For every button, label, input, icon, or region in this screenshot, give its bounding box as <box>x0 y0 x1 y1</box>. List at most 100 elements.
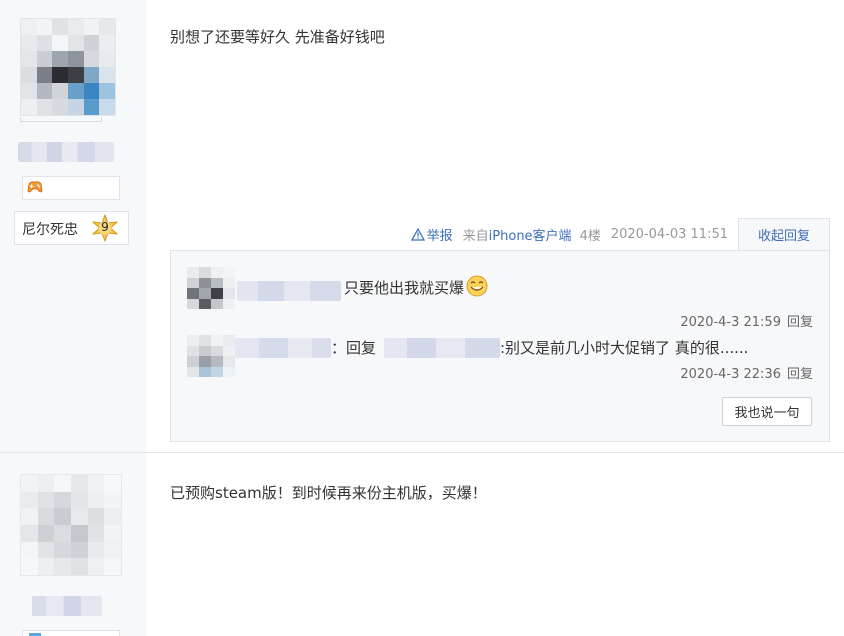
avatar-pixel <box>211 298 223 309</box>
report-label: 举报 <box>426 228 453 244</box>
avatar-pixel <box>36 19 53 35</box>
avatar-pixel <box>52 67 68 83</box>
level-star-icon: 9 <box>91 213 119 243</box>
reply-button[interactable]: 回复 <box>787 315 813 330</box>
avatar[interactable] <box>20 18 116 116</box>
report-link[interactable]: 举报 <box>410 225 453 244</box>
avatar-pixel <box>52 83 68 99</box>
avatar-pixel <box>223 267 235 278</box>
reply-text: :别又是前几小时大促销了 真的很...... <box>500 339 749 357</box>
level-title: 尼尔死忠 <box>22 222 78 238</box>
avatar-pixel <box>99 67 115 83</box>
avatar-pixel <box>199 356 211 367</box>
avatar-pixel <box>199 335 211 346</box>
avatar-pixel <box>104 491 121 509</box>
reply-prefix: ：回复 <box>331 339 377 357</box>
avatar-pixel <box>199 277 211 288</box>
reply-author-blurred[interactable] <box>235 338 331 358</box>
avatar-pixel <box>211 335 223 346</box>
avatar-pixel <box>52 35 68 51</box>
avatar-pixel <box>99 35 115 51</box>
avatar-pixel <box>21 524 38 542</box>
avatar-pixel <box>37 541 55 559</box>
avatar-pixel <box>70 508 88 525</box>
avatar-pixel <box>223 277 235 288</box>
avatar-pixel <box>70 491 88 509</box>
avatar-pixel <box>104 524 121 542</box>
client-source: 来自iPhone客户端 <box>463 225 572 244</box>
level-number: 9 <box>101 220 109 234</box>
author-badge[interactable] <box>22 176 120 200</box>
avatar-pixel <box>199 298 211 309</box>
author-badge[interactable] <box>22 630 120 636</box>
avatar-pixel <box>83 83 100 99</box>
avatar-pixel <box>21 99 37 115</box>
avatar-pixel <box>87 558 105 575</box>
avatar-pixel <box>70 558 88 575</box>
smile-emoji-icon <box>466 275 488 297</box>
avatar-pixel <box>187 288 199 299</box>
avatar-pixel <box>187 356 199 367</box>
list-item: ：回复 :别又是前几小时大促销了 真的很...... 2020-4-3 22:3… <box>171 331 829 391</box>
avatar-pixel <box>211 288 223 299</box>
avatar-pixel <box>87 475 105 492</box>
warning-icon <box>410 227 425 241</box>
avatar-pixel <box>52 99 68 115</box>
reply-time: 2020-4-3 21:59 <box>680 315 781 330</box>
author-level-badge[interactable]: 尼尔死忠 9 <box>14 211 129 245</box>
avatar-pixel <box>54 541 71 559</box>
reply-avatar[interactable] <box>187 335 235 377</box>
avatar-pixel <box>68 83 84 99</box>
avatar-pixel <box>99 99 115 115</box>
reply-avatar[interactable] <box>187 267 235 309</box>
avatar-pixel <box>21 475 38 492</box>
list-item: 只要他出我就买爆 2020-4-3 21:59 回复 <box>171 261 829 331</box>
avatar-pixel <box>99 19 115 35</box>
avatar-pixel <box>87 508 105 525</box>
client-link[interactable]: iPhone客户端 <box>489 229 572 244</box>
reply-time: 2020-4-3 22:36 <box>680 367 781 382</box>
avatar-pixel <box>21 51 37 67</box>
reply-author-blurred[interactable] <box>237 281 341 301</box>
avatar-pixel <box>70 524 88 542</box>
post-text: 已预购steam版！到时候再来份主机版，买爆！ <box>170 484 487 502</box>
avatar-pixel <box>36 99 53 115</box>
avatar-frame <box>20 118 102 122</box>
avatar-pixel <box>54 475 71 492</box>
post-floor-4: 尼尔死忠 9 别想了还要等好久 先准备好钱吧 举报 来自iPhone客户端 4楼… <box>0 0 844 452</box>
floor-number: 4楼 <box>579 228 601 244</box>
game-controller-icon <box>27 181 43 193</box>
avatar-pixel <box>199 366 211 377</box>
avatar-pixel <box>52 19 68 35</box>
avatar-pixel <box>211 366 223 377</box>
avatar-pixel <box>187 298 199 309</box>
avatar-pixel <box>21 67 37 83</box>
author-name-blurred[interactable] <box>32 596 102 616</box>
say-something-button[interactable]: 我也说一句 <box>722 397 812 426</box>
avatar[interactable] <box>20 474 122 576</box>
avatar-pixel <box>223 298 235 309</box>
avatar-pixel <box>68 35 84 51</box>
avatar-pixel <box>54 508 71 525</box>
avatar-pixel <box>199 288 211 299</box>
avatar-pixel <box>21 83 37 99</box>
avatar-pixel <box>187 335 199 346</box>
reply-button[interactable]: 回复 <box>787 367 813 382</box>
avatar-pixel <box>104 475 121 492</box>
avatar-pixel <box>54 491 71 509</box>
post-time: 2020-04-03 11:51 <box>610 226 728 242</box>
avatar-pixel <box>104 541 121 559</box>
avatar-pixel <box>187 277 199 288</box>
avatar-pixel <box>37 508 55 525</box>
avatar-pixel <box>36 83 53 99</box>
avatar-pixel <box>104 558 121 575</box>
collapse-replies-button[interactable]: 收起回复 <box>738 218 830 250</box>
reply-content: 只要他出我就买爆 <box>344 275 488 298</box>
avatar-pixel <box>21 508 38 525</box>
avatar-pixel <box>70 475 88 492</box>
reply-target-blurred[interactable] <box>384 338 500 358</box>
author-name-blurred[interactable] <box>18 142 114 162</box>
avatar-pixel <box>223 345 235 356</box>
avatar-pixel <box>36 35 53 51</box>
avatar-pixel <box>223 366 235 377</box>
